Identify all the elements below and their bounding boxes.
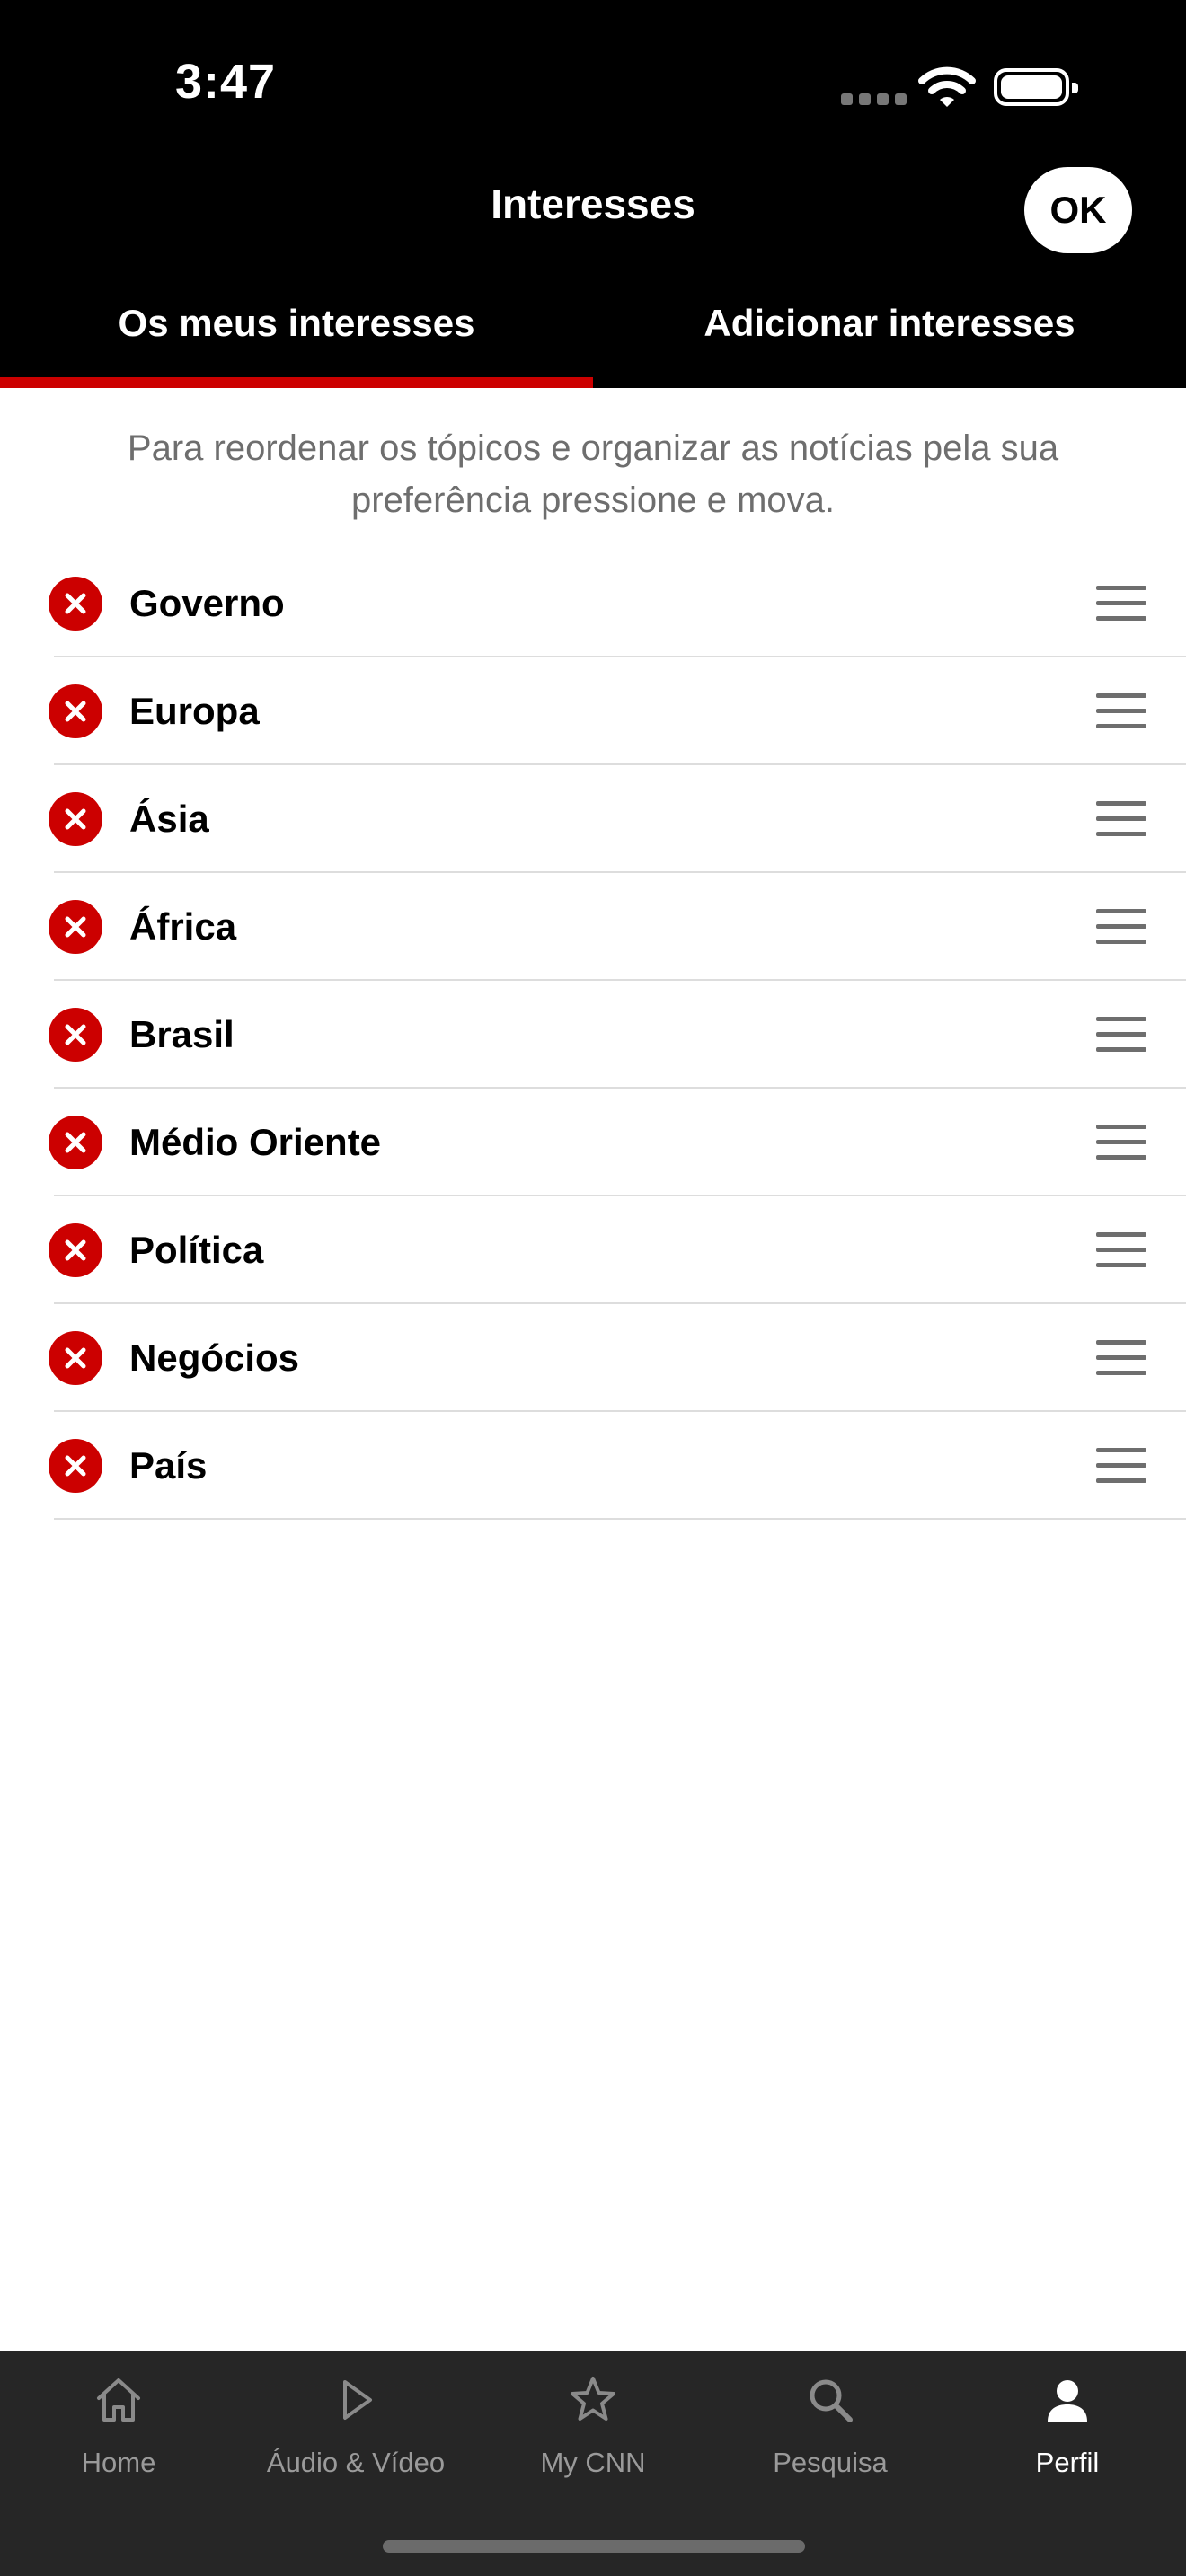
drag-handle-icon[interactable] [1096, 909, 1146, 945]
tabbar-label: Pesquisa [773, 2447, 888, 2478]
interest-row[interactable]: Negócios [0, 1304, 1186, 1412]
close-icon [65, 593, 86, 614]
tabbar-label: Áudio & Vídeo [266, 2447, 446, 2478]
remove-interest-button[interactable] [49, 684, 102, 738]
remove-interest-button[interactable] [49, 1331, 102, 1385]
interest-row[interactable]: África [0, 873, 1186, 981]
reorder-instructions: Para reordenar os tópicos e organizar as… [127, 428, 1059, 520]
interest-label: Negócios [129, 1337, 300, 1379]
drag-handle-icon[interactable] [1096, 1340, 1146, 1376]
page-title: Interesses [491, 181, 695, 227]
tabbar-label: Home [81, 2447, 156, 2478]
interest-label: África [129, 905, 237, 948]
tab-add-interests[interactable]: Adicionar interesses [593, 269, 1186, 381]
home-icon [97, 2378, 140, 2422]
remove-interest-button[interactable] [49, 1008, 102, 1062]
close-icon [65, 1347, 86, 1369]
drag-handle-icon[interactable] [1096, 693, 1146, 729]
interest-row[interactable]: Política [0, 1196, 1186, 1304]
tabbar-search[interactable]: Pesquisa [712, 2351, 949, 2486]
interest-row[interactable]: Brasil [0, 981, 1186, 1089]
interest-row[interactable]: Médio Oriente [0, 1089, 1186, 1196]
interest-label: Brasil [129, 1013, 235, 1055]
remove-interest-button[interactable] [49, 900, 102, 954]
interest-label: Ásia [129, 798, 209, 840]
tabbar-audio-video[interactable]: Áudio & Vídeo [237, 2351, 474, 2486]
close-icon [65, 1455, 86, 1477]
drag-handle-icon[interactable] [1096, 801, 1146, 837]
tabbar-home[interactable]: Home [0, 2351, 237, 2486]
tabbar-profile[interactable]: Perfil [949, 2351, 1186, 2486]
remove-interest-button[interactable] [49, 1439, 102, 1493]
tabbar-label: My CNN [540, 2447, 646, 2478]
interest-row[interactable]: Governo [0, 550, 1186, 657]
close-icon [65, 1024, 86, 1045]
interests-list: Governo Europa Ásia África Brasil Médio … [0, 550, 1186, 1520]
interest-label: Europa [129, 690, 260, 732]
ok-button[interactable]: OK [1024, 167, 1132, 253]
drag-handle-icon[interactable] [1096, 1017, 1146, 1053]
divider [54, 1518, 1186, 1520]
drag-handle-icon[interactable] [1096, 1232, 1146, 1268]
star-icon [571, 2377, 615, 2421]
close-icon [65, 808, 86, 830]
search-icon [810, 2379, 853, 2422]
header: 3:47 Interesses OK Os meus interesses Ad… [0, 0, 1186, 388]
interest-label: País [129, 1444, 208, 1486]
remove-interest-button[interactable] [49, 792, 102, 846]
home-indicator [383, 2540, 805, 2553]
battery-icon [994, 68, 1078, 106]
tab-bar-top: Os meus interesses Adicionar interesses [0, 269, 1186, 388]
tabbar-my-cnn[interactable]: My CNN [474, 2351, 712, 2486]
cellular-signal-icon [841, 93, 913, 110]
status-time: 3:47 [174, 55, 277, 109]
tab-my-interests[interactable]: Os meus interesses [0, 269, 593, 381]
drag-handle-icon[interactable] [1096, 1448, 1146, 1484]
remove-interest-button[interactable] [49, 1223, 102, 1277]
interest-label: Médio Oriente [129, 1121, 382, 1163]
close-icon [65, 701, 86, 722]
close-icon [65, 916, 86, 938]
status-bar: 3:47 [0, 0, 1186, 171]
interest-row[interactable]: País [0, 1412, 1186, 1520]
drag-handle-icon[interactable] [1096, 586, 1146, 622]
interest-label: Governo [129, 582, 285, 624]
interest-row[interactable]: Europa [0, 657, 1186, 765]
remove-interest-button[interactable] [49, 577, 102, 631]
remove-interest-button[interactable] [49, 1116, 102, 1169]
person-icon [1048, 2380, 1087, 2422]
tabbar-label: Perfil [1035, 2447, 1100, 2478]
interest-label: Política [129, 1229, 264, 1271]
close-icon [65, 1239, 86, 1261]
wifi-icon [918, 65, 976, 112]
drag-handle-icon[interactable] [1096, 1125, 1146, 1160]
selected-tab-indicator [0, 377, 593, 388]
close-icon [65, 1132, 86, 1153]
play-icon [343, 2380, 372, 2420]
interest-row[interactable]: Ásia [0, 765, 1186, 873]
